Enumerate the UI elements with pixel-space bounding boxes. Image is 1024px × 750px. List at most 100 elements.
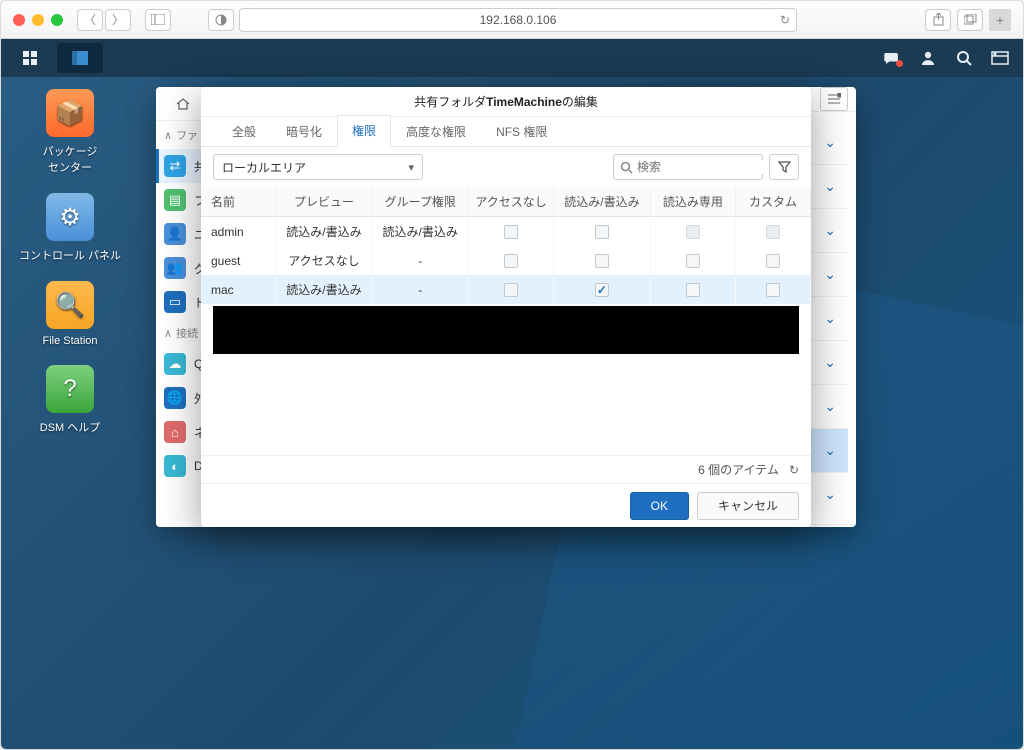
- minimize-window-icon[interactable]: [32, 14, 44, 26]
- checkbox[interactable]: [504, 283, 518, 297]
- desktop-icon-file-station[interactable]: 🔍 File Station: [15, 281, 125, 347]
- share-button[interactable]: [925, 9, 951, 31]
- checkbox[interactable]: [766, 283, 780, 297]
- reload-icon[interactable]: ↻: [780, 13, 790, 27]
- cell-read-write: [554, 246, 650, 275]
- dialog-title: 共有フォルダ TimeMachine の編集: [201, 87, 811, 117]
- search-input[interactable]: [613, 154, 763, 180]
- search-icon[interactable]: [947, 43, 981, 73]
- cell-custom: [736, 246, 811, 275]
- sidebar-toggle-button[interactable]: [145, 9, 171, 31]
- list-mode-button[interactable]: [820, 87, 848, 111]
- checkbox[interactable]: [595, 225, 609, 239]
- chevron-down-icon[interactable]: ⌄: [824, 178, 836, 195]
- cell-read-only: [650, 217, 736, 247]
- checkbox-disabled: [766, 225, 780, 239]
- tab-advanced-permissions[interactable]: 高度な権限: [391, 116, 481, 146]
- cell-preview: 読込み/書込み: [276, 217, 372, 247]
- checkbox[interactable]: [766, 254, 780, 268]
- table-row[interactable]: guestアクセスなし-: [201, 246, 811, 275]
- chevron-down-icon[interactable]: ⌄: [824, 222, 836, 239]
- checkbox[interactable]: [504, 225, 518, 239]
- checkbox[interactable]: [686, 254, 700, 268]
- file-station-icon: 🔍: [46, 281, 94, 329]
- permissions-grid: 名前 プレビュー グループ権限 アクセスなし 読込み/書込み 読込み専用 カスタ…: [201, 187, 811, 455]
- edit-shared-folder-dialog: 共有フォルダ TimeMachine の編集 全般 暗号化 権限 高度な権限 N…: [201, 87, 811, 527]
- forward-button[interactable]: 〉: [105, 9, 131, 31]
- cell-group-permission: -: [372, 246, 468, 275]
- chevron-down-icon[interactable]: ⌄: [824, 266, 836, 283]
- chevron-down-icon[interactable]: ⌄: [824, 354, 836, 371]
- window-traffic-lights: [13, 14, 63, 26]
- dialog-tabs: 全般 暗号化 権限 高度な権限 NFS 権限: [201, 117, 811, 147]
- tab-nfs-permissions[interactable]: NFS 権限: [481, 116, 562, 146]
- checkbox[interactable]: [504, 254, 518, 268]
- chevron-down-icon[interactable]: ⌄: [824, 442, 836, 459]
- reload-icon[interactable]: ↻: [824, 525, 846, 527]
- cell-group-permission: 読込み/書込み: [372, 217, 468, 247]
- control-panel-icon: ⚙: [46, 193, 94, 241]
- tab-permissions[interactable]: 権限: [337, 115, 391, 147]
- close-window-icon[interactable]: [13, 14, 25, 26]
- zoom-window-icon[interactable]: [51, 14, 63, 26]
- desktop-icon-label: パッケージ センター: [43, 143, 98, 175]
- cell-name: guest: [201, 246, 276, 275]
- cell-read-only: [650, 275, 736, 304]
- col-group-permission[interactable]: グループ権限: [372, 187, 468, 217]
- desktop-icon-dsm-help[interactable]: ? DSM ヘルプ: [15, 365, 125, 435]
- reload-icon[interactable]: ↻: [789, 463, 799, 477]
- chevron-down-icon[interactable]: ⌄: [824, 134, 836, 151]
- package-center-icon: 📦: [46, 89, 94, 137]
- tab-encryption[interactable]: 暗号化: [271, 116, 337, 146]
- cell-read-only: [650, 246, 736, 275]
- tab-general[interactable]: 全般: [217, 116, 271, 146]
- cell-no-access: [468, 217, 554, 247]
- reader-mode-icon[interactable]: [208, 9, 234, 31]
- address-bar[interactable]: 192.168.0.106 ↻: [239, 8, 797, 32]
- col-custom[interactable]: カスタム: [736, 187, 811, 217]
- cell-no-access: [468, 246, 554, 275]
- cell-name: admin: [201, 217, 276, 247]
- table-row[interactable]: mac読込み/書込み-: [201, 275, 811, 304]
- notification-badge: [896, 60, 903, 67]
- notifications-icon[interactable]: [875, 43, 909, 73]
- desktop-icon-package-center[interactable]: 📦 パッケージ センター: [15, 89, 125, 175]
- cell-read-write: [554, 217, 650, 247]
- checkbox-checked[interactable]: [595, 283, 609, 297]
- chevron-down-icon[interactable]: ⌄: [824, 310, 836, 327]
- user-scope-dropdown[interactable]: ローカルエリア: [213, 154, 423, 180]
- widgets-icon[interactable]: [983, 43, 1017, 73]
- col-read-write[interactable]: 読込み/書込み: [554, 187, 650, 217]
- search-icon: [620, 161, 633, 174]
- user-menu-icon[interactable]: [911, 43, 945, 73]
- col-name[interactable]: 名前: [201, 187, 276, 217]
- col-read-only[interactable]: 読込み専用: [650, 187, 736, 217]
- desktop-icon-label: File Station: [42, 335, 97, 347]
- chevron-down-icon[interactable]: ⌄: [824, 398, 836, 415]
- col-no-access[interactable]: アクセスなし: [468, 187, 554, 217]
- url-text: 192.168.0.106: [480, 13, 557, 27]
- taskbar-app-control-panel[interactable]: [57, 43, 103, 73]
- tabs-overview-button[interactable]: [957, 9, 983, 31]
- cell-read-write: [554, 275, 650, 304]
- back-button[interactable]: 〈: [77, 9, 103, 31]
- checkbox[interactable]: [595, 254, 609, 268]
- desktop-icon-control-panel[interactable]: ⚙ コントロール パネル: [15, 193, 125, 263]
- cell-custom: [736, 275, 811, 304]
- chevron-down-icon[interactable]: ⌄: [824, 486, 836, 503]
- new-tab-button[interactable]: +: [989, 9, 1011, 31]
- cell-custom: [736, 217, 811, 247]
- table-row[interactable]: admin読込み/書込み読込み/書込み: [201, 217, 811, 247]
- help-icon: ?: [46, 365, 94, 413]
- col-preview[interactable]: プレビュー: [276, 187, 372, 217]
- desktop-icon-label: コントロール パネル: [19, 247, 121, 263]
- browser-titlebar: 〈 〉 192.168.0.106 ↻ +: [1, 1, 1023, 39]
- cell-preview: アクセスなし: [276, 246, 372, 275]
- redacted-area: [213, 306, 799, 354]
- checkbox[interactable]: [686, 283, 700, 297]
- cancel-button[interactable]: キャンセル: [697, 492, 799, 520]
- main-menu-button[interactable]: [7, 43, 53, 73]
- ok-button[interactable]: OK: [630, 492, 689, 520]
- filter-button[interactable]: [769, 154, 799, 180]
- cell-no-access: [468, 275, 554, 304]
